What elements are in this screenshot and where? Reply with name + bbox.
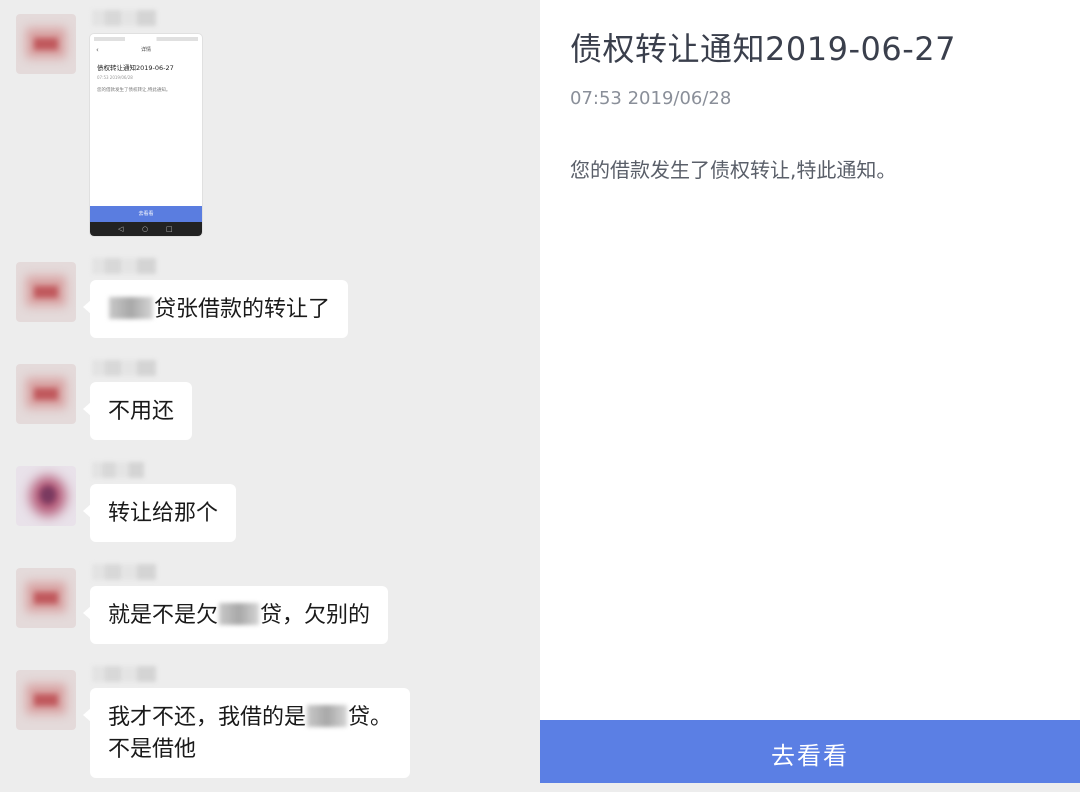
message-bubble[interactable]: 不用还 — [82, 382, 193, 440]
message-bubble[interactable]: 就是不是欠 贷，欠别的 — [82, 586, 389, 644]
chat-panel: ‹ 详情 债权转让通知2019-06-27 07:53 2019/06/28 您… — [0, 0, 540, 783]
notice-detail-panel — [540, 0, 1080, 783]
notice-timestamp: 07:53 2019/06/28 — [570, 88, 732, 109]
avatar[interactable] — [16, 14, 76, 74]
home-circle-icon: ○ — [142, 225, 149, 233]
redacted-text — [307, 705, 348, 727]
sender-name — [92, 10, 156, 26]
sender-name — [92, 462, 144, 478]
notice-title: 债权转让通知2019-06-27 — [570, 30, 956, 68]
redacted-text — [219, 603, 260, 625]
notice-body: 您的借款发生了债权转让,特此通知。 — [570, 158, 897, 182]
message-text: 贷张借款的转让了 — [154, 297, 331, 322]
thumbnail-nav-title: 详情 — [140, 47, 151, 53]
thumbnail-time: 07:53 2019/06/28 — [97, 75, 133, 80]
redacted-text — [109, 297, 153, 319]
message-text: 贷。 — [348, 705, 393, 730]
recent-square-icon: □ — [166, 225, 173, 233]
avatar[interactable] — [16, 262, 76, 322]
thumbnail-title: 债权转让通知2019-06-27 — [97, 64, 174, 72]
message-text: 转让给那个 — [108, 501, 219, 526]
avatar[interactable] — [16, 364, 76, 424]
message-text: 就是不是欠 — [108, 603, 219, 628]
message-bubble[interactable]: 我才不还，我借的是 贷。 不是借他 — [82, 688, 411, 778]
message-text: 不用还 — [108, 399, 175, 424]
back-triangle-icon: ◁ — [118, 225, 124, 233]
sender-name — [92, 564, 156, 580]
thumbnail-button: 去看看 — [90, 206, 202, 222]
sender-name — [92, 666, 156, 682]
sender-name — [92, 258, 156, 274]
message-bubble[interactable]: 贷张借款的转让了 — [82, 280, 349, 338]
image-message[interactable]: ‹ 详情 债权转让通知2019-06-27 07:53 2019/06/28 您… — [90, 34, 202, 236]
message-text: 贷，欠别的 — [260, 603, 371, 628]
thumbnail-body: 您的借款发生了债权转让,特此通知。 — [97, 88, 171, 93]
sender-name — [92, 360, 156, 376]
message-text-line-2: 不是借他 — [108, 737, 197, 762]
avatar[interactable] — [16, 670, 76, 730]
message-text: 我才不还，我借的是 — [108, 705, 307, 730]
message-bubble[interactable]: 转让给那个 — [82, 484, 237, 542]
avatar[interactable] — [16, 568, 76, 628]
system-nav-bar: ◁ ○ □ — [90, 222, 202, 236]
avatar[interactable] — [16, 466, 76, 526]
go-view-button[interactable]: 去看看 — [540, 720, 1080, 783]
